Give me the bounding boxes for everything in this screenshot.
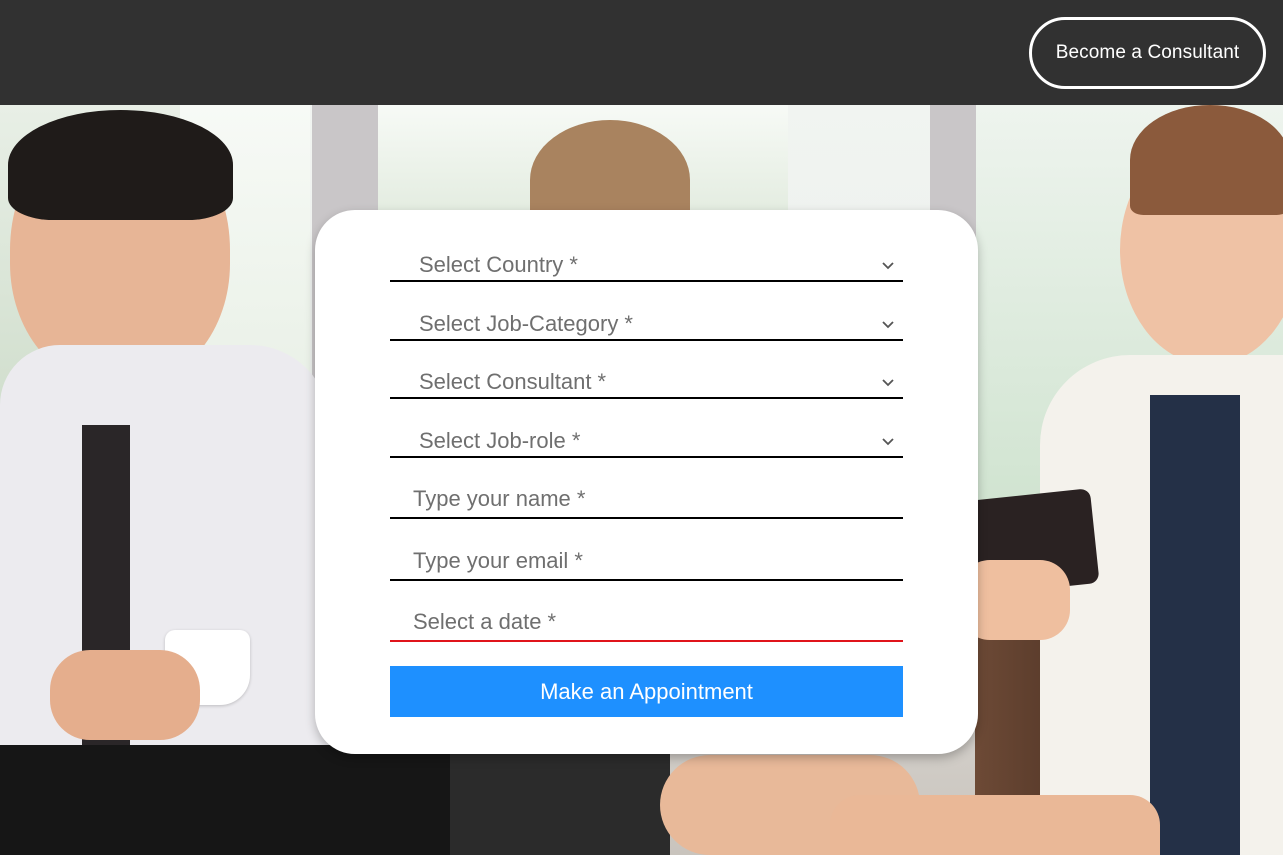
date-underline <box>390 640 903 642</box>
woman-right-legs <box>830 795 1160 855</box>
date-input[interactable]: Select a date * <box>413 609 556 635</box>
page: Become a Consultant Select Country * Sel… <box>0 0 1283 855</box>
consultant-underline <box>390 397 903 399</box>
job-category-underline <box>390 339 903 341</box>
woman-middle-skirt <box>450 745 670 855</box>
chevron-down-icon[interactable] <box>881 318 895 332</box>
man-trousers <box>0 745 460 855</box>
name-input[interactable]: Type your name * <box>413 486 585 512</box>
country-underline <box>390 280 903 282</box>
chevron-down-icon[interactable] <box>881 376 895 390</box>
woman-right-top <box>1150 395 1240 855</box>
job-role-select[interactable]: Select Job-role * <box>419 428 580 454</box>
country-select[interactable]: Select Country * <box>419 252 578 278</box>
make-appointment-button[interactable]: Make an Appointment <box>390 666 903 717</box>
chevron-down-icon[interactable] <box>881 435 895 449</box>
chevron-down-icon[interactable] <box>881 259 895 273</box>
appointment-form-card: Select Country * Select Job-Category * S… <box>315 210 978 754</box>
man-hair <box>8 110 233 220</box>
job-role-underline <box>390 456 903 458</box>
woman-right-hair <box>1130 105 1283 215</box>
man-hand <box>50 650 200 740</box>
job-category-select[interactable]: Select Job-Category * <box>419 311 633 337</box>
email-input[interactable]: Type your email * <box>413 548 583 574</box>
become-consultant-button[interactable]: Become a Consultant <box>1029 17 1266 89</box>
name-underline <box>390 517 903 519</box>
consultant-select[interactable]: Select Consultant * <box>419 369 606 395</box>
top-navbar: Become a Consultant <box>0 0 1283 105</box>
email-underline <box>390 579 903 581</box>
